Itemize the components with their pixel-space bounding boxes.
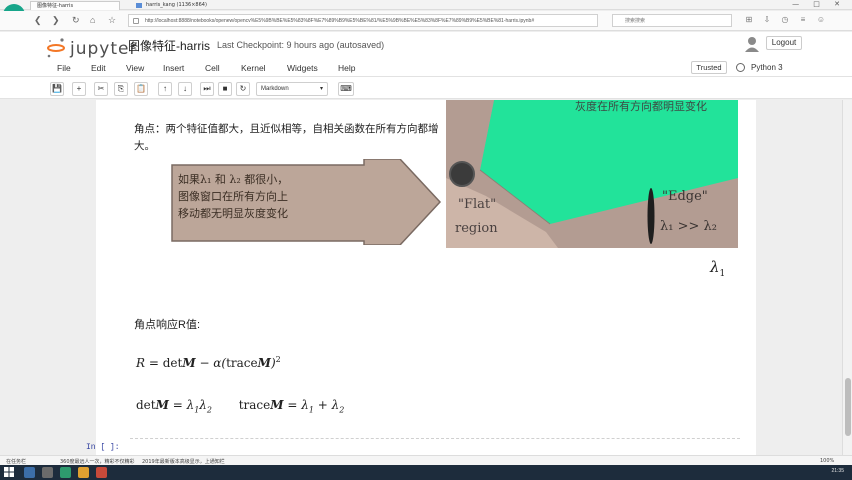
taskbar-clock[interactable]: 21:35 — [831, 468, 844, 474]
callout-text: 如果λ₁ 和 λ₂ 都很小， 图像窗口在所有方向上 移动都无明显灰度变化 — [178, 171, 368, 222]
menu-help[interactable]: Help — [338, 63, 355, 73]
tab-bar: 图像特征-harris harris_kang (1136×864) — □ ✕ — [0, 0, 852, 10]
tab-image[interactable]: harris_kang (1136×864) — [132, 1, 232, 10]
page-info-icon — [133, 18, 139, 24]
forward-arrow-icon[interactable]: ❯ — [52, 15, 60, 26]
menu-cell[interactable]: Cell — [205, 63, 220, 73]
tab-notebook-label: 图像特征-harris — [37, 3, 74, 9]
back-arrow-icon[interactable]: ❮ — [34, 15, 42, 26]
notebook-title[interactable]: 图像特征-harris — [128, 37, 210, 54]
taskbar-browser-icon[interactable] — [60, 467, 71, 478]
taskbar-search-icon[interactable] — [24, 467, 35, 478]
next-code-cell[interactable] — [130, 438, 740, 455]
corner-description: 角点：两个特征值都大，且近似相等，自相关函数在所有方向都增大。 — [134, 123, 439, 152]
scrollbar-thumb[interactable] — [845, 378, 851, 436]
status-news-2[interactable]: 2019年最新版本高级显示，上通知栏 — [142, 458, 225, 465]
tab-image-label: harris_kang (1136×864) — [146, 2, 207, 8]
notebook-toolbar: 💾 + ✂ ⎘ 📋 ↑ ↓ ⏭ ■ ↻ Markdown ▾ ⌨ — [0, 80, 852, 99]
lambda-symbol: λ — [710, 258, 720, 276]
window-controls[interactable]: — □ ✕ — [792, 0, 846, 8]
restart-icon[interactable]: ↻ — [236, 82, 250, 96]
cell-type-select[interactable]: Markdown ▾ — [256, 82, 328, 96]
checkpoint-status: Last Checkpoint: 9 hours ago (autosaved) — [217, 40, 385, 50]
harris-region-figure-svg: 灰度在所有方向都明显变化 "Flat" region "Edge" λ₁ >> … — [446, 100, 738, 248]
r-value-heading: 角点响应R值: — [134, 319, 200, 331]
stop-icon[interactable]: ■ — [218, 82, 232, 96]
vertical-scrollbar[interactable] — [842, 100, 852, 455]
address-bar-row: ❮ ❯ ↻ ⌂ ☆ http://localhost:8888/notebook… — [0, 11, 852, 31]
flat-label-line2: region — [455, 221, 498, 236]
kernel-name: Python 3 — [751, 63, 783, 72]
menu-file[interactable]: File — [57, 63, 71, 73]
logout-button[interactable]: Logout — [766, 36, 802, 50]
account-icon[interactable]: ☺ — [816, 15, 826, 25]
formula-r: R = detM − α(traceM)2 — [136, 355, 281, 370]
paste-icon[interactable]: 📋 — [134, 82, 148, 96]
menu-edit[interactable]: Edit — [91, 63, 106, 73]
lambda1-axis-label: λ1 — [710, 258, 725, 279]
address-text: http://localhost:8888/notebooks/openew/o… — [145, 18, 535, 24]
edge-label-line2: λ₁ >> λ₂ — [660, 219, 717, 234]
flat-label-line1: "Flat" — [458, 197, 496, 212]
callout-line-1: 如果λ₁ 和 λ₂ 都很小， — [178, 173, 289, 186]
status-left[interactable]: 在任务栏 — [6, 458, 26, 465]
edge-window-marker — [647, 188, 655, 244]
lambda-subscript: 1 — [719, 269, 726, 279]
kernel-idle-icon — [736, 63, 745, 72]
callout-line-3: 移动都无明显灰度变化 — [178, 207, 288, 220]
windows-start-icon[interactable] — [4, 467, 14, 477]
address-input[interactable]: http://localhost:8888/notebooks/openew/o… — [128, 14, 598, 27]
taskbar-taskview-icon[interactable] — [42, 467, 53, 478]
formula-det-trace: detM = λ1λ2 traceM = λ1 + λ2 — [136, 398, 345, 415]
edge-label-line1: "Edge" — [662, 189, 708, 204]
chevron-down-icon: ▾ — [319, 86, 323, 92]
flat-window-marker — [449, 161, 475, 187]
figure-top-text: 灰度在所有方向都明显变化 — [575, 100, 707, 113]
browser-search-input[interactable]: 搜索搜索 — [612, 14, 732, 27]
star-icon[interactable]: ☆ — [108, 15, 116, 26]
cut-icon[interactable]: ✂ — [94, 82, 108, 96]
harris-region-figure: 灰度在所有方向都明显变化 "Flat" region "Edge" λ₁ >> … — [446, 100, 738, 248]
os-taskbar: 21:35 — [0, 465, 852, 480]
history-icon[interactable]: ◷ — [780, 15, 790, 25]
keyboard-icon[interactable]: ⌨ — [338, 82, 354, 96]
menu-kernel[interactable]: Kernel — [241, 63, 266, 73]
browser-search-placeholder: 搜索搜索 — [625, 18, 646, 24]
move-up-icon[interactable]: ↑ — [158, 82, 172, 96]
download-icon[interactable]: ⇩ — [762, 15, 772, 25]
menu-widgets[interactable]: Widgets — [287, 63, 318, 73]
notebook-area: 角点：两个特征值都大，且近似相等，自相关函数在所有方向都增大。 灰度在所有方向都… — [0, 100, 852, 455]
settings-icon[interactable]: ≡ — [798, 15, 808, 25]
taskbar-app-icon[interactable] — [96, 467, 107, 478]
insert-cell-icon[interactable]: + — [72, 82, 86, 96]
status-zoom[interactable]: 100% — [820, 458, 834, 464]
cell-type-value: Markdown — [261, 86, 289, 92]
save-icon[interactable]: 💾 — [50, 82, 64, 96]
tab-notebook[interactable]: 图像特征-harris — [30, 1, 120, 10]
move-down-icon[interactable]: ↓ — [178, 82, 192, 96]
status-news-1[interactable]: 360度最远人一次，精彩不仅精彩 — [60, 458, 135, 465]
taskbar-folder-icon[interactable] — [78, 467, 89, 478]
jupyter-logo-icon — [47, 38, 65, 58]
copy-icon[interactable]: ⎘ — [114, 82, 128, 96]
image-file-icon — [136, 3, 142, 8]
refresh-icon[interactable]: ↻ — [72, 15, 80, 26]
trusted-badge[interactable]: Trusted — [691, 61, 727, 74]
extensions-icon[interactable]: ⊞ — [744, 15, 754, 25]
browser-status-bar: 在任务栏 360度最远人一次，精彩不仅精彩 2019年最新版本高级显示，上通知栏… — [0, 455, 852, 465]
run-icon[interactable]: ⏭ — [200, 82, 214, 96]
menu-insert[interactable]: Insert — [163, 63, 184, 73]
callout-line-2: 图像窗口在所有方向上 — [178, 190, 288, 203]
home-icon[interactable]: ⌂ — [90, 15, 95, 25]
user-avatar-icon — [745, 37, 759, 52]
input-prompt: In [ ]: — [86, 443, 120, 452]
menu-view[interactable]: View — [126, 63, 144, 73]
kernel-indicator[interactable]: Python 3 — [733, 61, 783, 74]
